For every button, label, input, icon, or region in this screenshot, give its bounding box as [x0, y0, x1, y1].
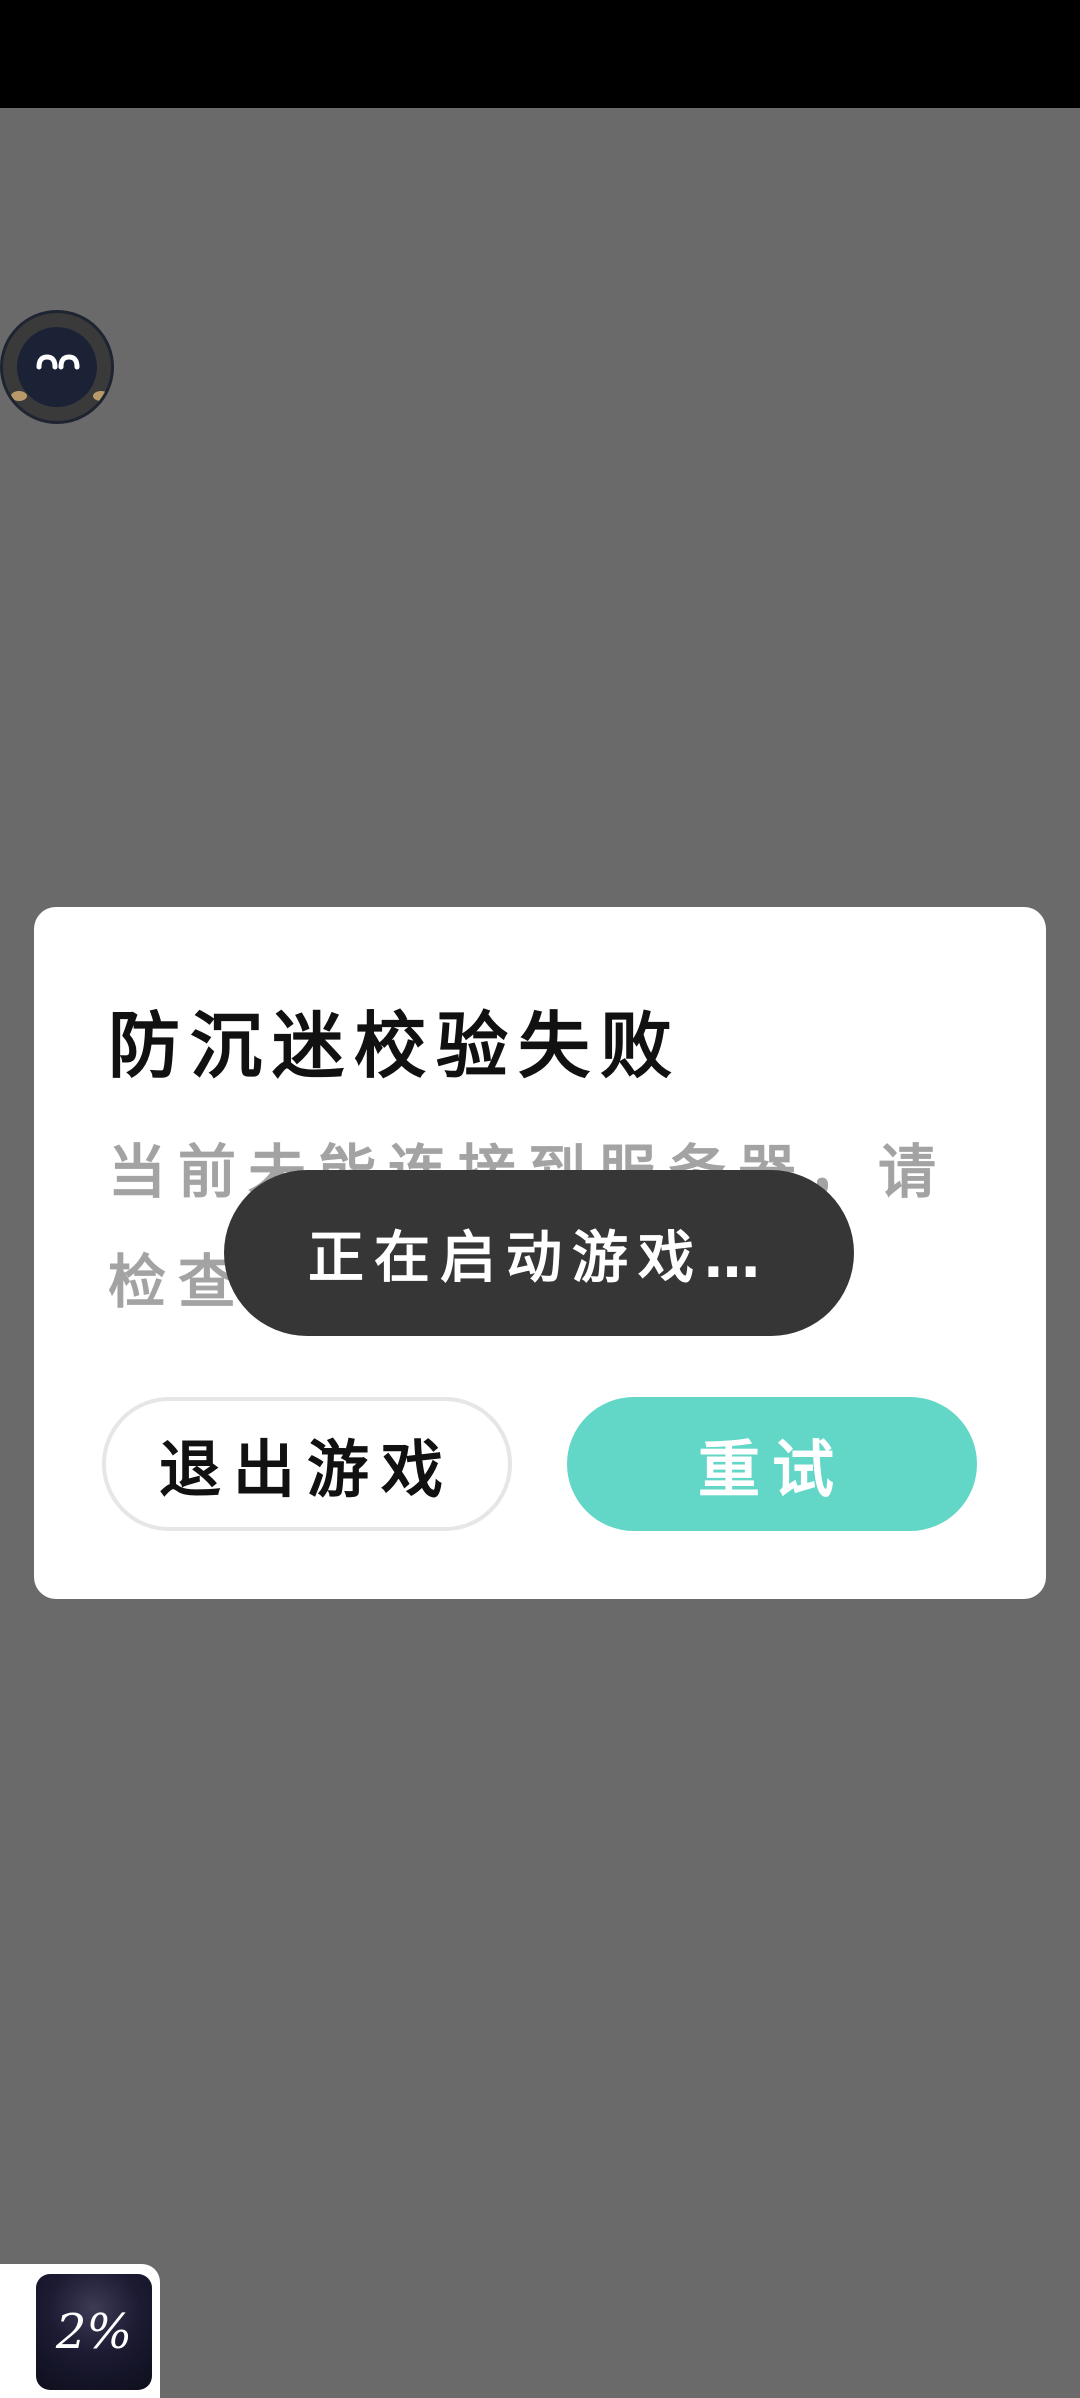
- progress-percent: 2%: [55, 2304, 133, 2360]
- dialog-title: 防沉迷校验失败: [108, 1004, 683, 1088]
- status-bar: [0, 0, 1080, 108]
- exit-game-button[interactable]: 退出游戏: [102, 1397, 512, 1531]
- game-thumbnail-image: 2%: [36, 2274, 152, 2390]
- floating-assistant-icon[interactable]: [0, 310, 114, 424]
- loading-toast: 正在启动游戏…: [224, 1170, 854, 1336]
- loading-progress-thumbnail: 2%: [0, 2264, 160, 2398]
- avatar-eyes-icon: [36, 354, 80, 370]
- retry-button[interactable]: 重试: [567, 1397, 977, 1531]
- toast-text: 正在启动游戏…: [308, 1225, 770, 1291]
